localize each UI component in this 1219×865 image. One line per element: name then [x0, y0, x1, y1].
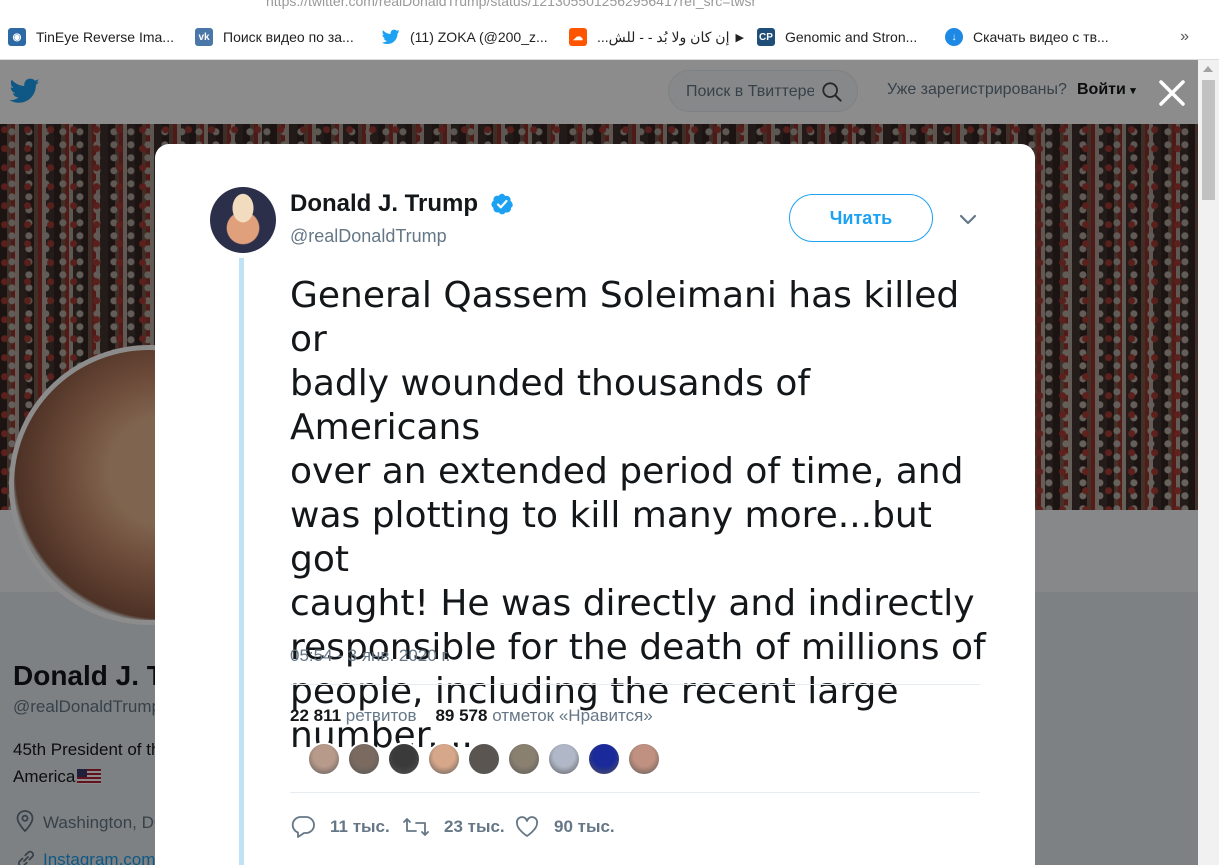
reply-icon — [291, 816, 315, 838]
scrollbar-thumb[interactable] — [1202, 80, 1215, 200]
liker-avatar[interactable] — [307, 742, 341, 776]
like-button[interactable]: 90 тыс. — [514, 814, 615, 840]
bookmark-label: إن كان ولا بُد - - للش... — [597, 28, 730, 45]
retweet-count: 23 тыс. — [444, 817, 505, 836]
bookmark-label: TinEye Reverse Ima... — [36, 29, 174, 45]
verified-badge-icon — [491, 193, 513, 215]
liker-avatar[interactable] — [547, 742, 581, 776]
page-scrollbar[interactable] — [1198, 60, 1219, 865]
cp-icon: CP — [757, 28, 775, 46]
close-icon[interactable] — [1157, 78, 1187, 108]
reply-button[interactable]: 11 тыс. — [290, 814, 390, 840]
download-icon: ↓ — [945, 28, 963, 46]
divider — [290, 684, 980, 685]
liker-avatar[interactable] — [467, 742, 501, 776]
tweet-stats: 22 811 ретвитов 89 578 отметок «Нравится… — [290, 706, 653, 726]
likes-stat[interactable]: 89 578 отметок «Нравится» — [435, 706, 652, 725]
bookmark-vk[interactable]: vk Поиск видео по за... — [195, 26, 354, 48]
follow-button[interactable]: Читать — [789, 194, 933, 242]
retweets-stat[interactable]: 22 811 ретвитов — [290, 706, 417, 725]
twitter-bird-icon — [382, 28, 400, 46]
divider — [290, 792, 980, 793]
liker-avatar[interactable] — [627, 742, 661, 776]
bookmarks-bar: ◉ TinEye Reverse Ima... vk Поиск видео п… — [0, 16, 1219, 60]
tineye-icon: ◉ — [8, 28, 26, 46]
bookmark-tineye[interactable]: ◉ TinEye Reverse Ima... — [8, 26, 174, 48]
tweet-timestamp[interactable]: 05:54 - 3 янв. 2020 г. — [290, 646, 450, 666]
retweet-button[interactable]: 23 тыс. — [402, 814, 505, 840]
soundcloud-icon: ☁ — [569, 28, 587, 46]
retweets-count: 22 811 — [290, 706, 342, 725]
bookmark-label: (11) ZOKA (@200_z... — [410, 29, 548, 45]
bookmark-label: Скачать видео с тв... — [973, 29, 1109, 45]
liker-avatar[interactable] — [507, 742, 541, 776]
thread-line — [239, 258, 244, 865]
tweet-modal: Donald J. Trump @realDonaldTrump Читать … — [155, 144, 1035, 865]
scroll-up-arrow-icon[interactable] — [1203, 66, 1213, 72]
liker-avatar[interactable] — [347, 742, 381, 776]
vk-icon: vk — [195, 28, 213, 46]
bookmark-label: Genomic and Stron... — [785, 29, 918, 45]
liker-avatar[interactable] — [427, 742, 461, 776]
bookmark-soundcloud[interactable]: ☁ إن كان ولا بُد - - للش... ▶ — [569, 26, 744, 48]
bookmark-zoka[interactable]: (11) ZOKA (@200_z... — [382, 26, 548, 48]
bookmark-download[interactable]: ↓ Скачать видео с тв... — [945, 26, 1109, 48]
like-count: 90 тыс. — [554, 817, 615, 836]
tweet-author-name[interactable]: Donald J. Trump — [290, 190, 478, 218]
bookmark-label: Поиск видео по за... — [223, 29, 354, 45]
retweets-label: ретвитов — [345, 706, 417, 725]
reply-count: 11 тыс. — [330, 817, 390, 836]
tweet-author-handle[interactable]: @realDonaldTrump — [290, 226, 447, 247]
address-bar[interactable]: https://twitter.com/realDonaldTrump/stat… — [0, 0, 1219, 16]
play-icon: ▶ — [735, 31, 744, 44]
tweet-text: General Qassem Soleimani has killed or b… — [290, 275, 986, 756]
likes-count: 89 578 — [435, 706, 488, 725]
bookmark-genomic[interactable]: CP Genomic and Stron... — [757, 26, 917, 48]
heart-icon — [515, 816, 539, 837]
retweet-icon — [403, 818, 429, 836]
url-text[interactable]: https://twitter.com/realDonaldTrump/stat… — [266, 0, 756, 9]
likes-label: отметок «Нравится» — [492, 706, 653, 725]
tweet-author-avatar[interactable] — [210, 187, 276, 253]
liker-avatar[interactable] — [587, 742, 621, 776]
liker-avatars — [307, 742, 667, 776]
chevron-down-icon[interactable] — [959, 214, 977, 226]
bookmarks-more-button[interactable]: » — [1180, 28, 1189, 46]
liker-avatar[interactable] — [387, 742, 421, 776]
